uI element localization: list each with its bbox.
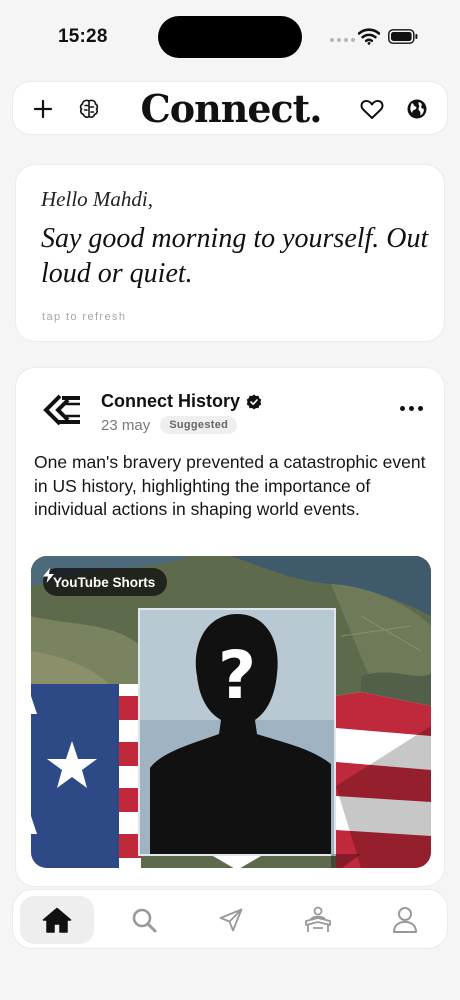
question-mark-placeholder: ? bbox=[218, 637, 256, 714]
us-flag-right bbox=[336, 692, 431, 868]
nav-home[interactable] bbox=[20, 896, 94, 944]
greeting-card[interactable]: Hello Mahdi, Say good morning to yoursel… bbox=[15, 164, 445, 342]
profile-icon bbox=[393, 907, 417, 933]
reading-icon bbox=[305, 906, 331, 932]
post-card: Connect History 23 may Suggested One man… bbox=[15, 367, 445, 887]
greeting-hello: Hello Mahdi, bbox=[41, 187, 153, 211]
post-text: One man's bravery prevented a catastroph… bbox=[34, 452, 426, 519]
media-thumbnail-image: ? bbox=[31, 556, 431, 868]
nav-search[interactable] bbox=[107, 896, 181, 944]
send-icon bbox=[219, 908, 243, 932]
home-icon bbox=[42, 907, 72, 933]
status-time: 15:28 bbox=[58, 26, 108, 47]
post-media[interactable]: ? YouTube Shorts bbox=[31, 556, 431, 868]
nav-send[interactable] bbox=[194, 896, 268, 944]
verified-badge-icon bbox=[246, 394, 262, 409]
post-meta: 23 may Suggested bbox=[101, 416, 238, 434]
battery-icon bbox=[388, 29, 418, 44]
plus-icon[interactable] bbox=[30, 96, 56, 122]
brain-icon[interactable] bbox=[76, 96, 102, 122]
app-header: Connect. bbox=[12, 81, 448, 135]
dynamic-island bbox=[158, 16, 302, 58]
status-bar: 15:28 bbox=[0, 0, 460, 72]
post-author[interactable]: Connect History bbox=[101, 391, 262, 412]
post-date: 23 may bbox=[101, 416, 151, 434]
greeting-message: Say good morning to yourself. Out loud o… bbox=[41, 223, 429, 289]
media-source-label: YouTube Shorts bbox=[53, 574, 156, 590]
suggested-badge: Suggested bbox=[160, 416, 238, 434]
cellular-signal-icon bbox=[330, 38, 355, 42]
youtube-shorts-badge[interactable]: YouTube Shorts bbox=[43, 568, 168, 596]
search-icon bbox=[132, 908, 157, 933]
author-name: Connect History bbox=[101, 391, 241, 411]
us-flag-left bbox=[31, 684, 141, 868]
lightning-icon bbox=[43, 568, 54, 583]
more-options-icon[interactable] bbox=[400, 406, 423, 411]
nav-profile[interactable] bbox=[368, 896, 442, 944]
bottom-nav bbox=[12, 889, 448, 949]
globe-icon[interactable] bbox=[404, 96, 430, 122]
connect-history-logo[interactable] bbox=[40, 390, 84, 434]
nav-reading[interactable] bbox=[281, 896, 355, 944]
heart-icon[interactable] bbox=[359, 96, 385, 122]
wifi-icon bbox=[358, 28, 380, 45]
refresh-hint: tap to refresh bbox=[42, 311, 127, 323]
